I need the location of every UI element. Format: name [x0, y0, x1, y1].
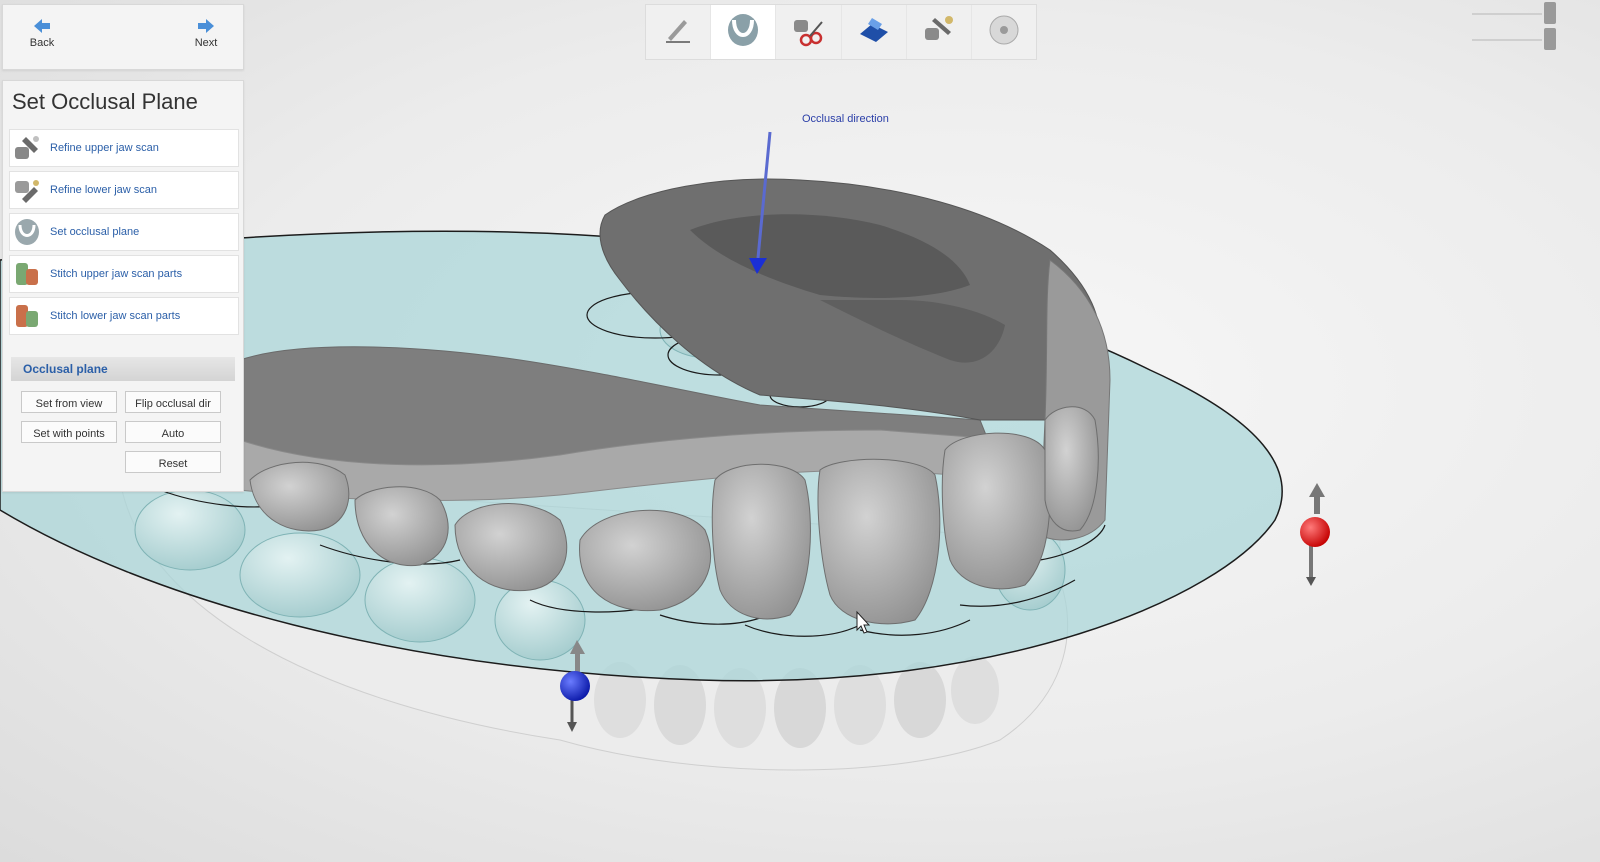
disc-icon [986, 12, 1022, 53]
refine-upper-jaw-icon [10, 131, 44, 165]
model-base-icon [856, 12, 892, 53]
tool-jaw-arch[interactable] [711, 5, 777, 59]
step-refine-lower-jaw[interactable]: Refine lower jaw scan [9, 171, 239, 209]
step-refine-upper-jaw[interactable]: Refine upper jaw scan [9, 129, 239, 167]
flip-occlusal-dir-button[interactable]: Flip occlusal dir [125, 391, 221, 413]
step-stitch-upper-jaw[interactable]: Stitch upper jaw scan parts [9, 255, 239, 293]
occlusal-plane-icon [10, 215, 44, 249]
set-with-points-button[interactable]: Set with points [21, 421, 117, 443]
reset-button[interactable]: Reset [125, 451, 221, 473]
auto-button[interactable]: Auto [125, 421, 221, 443]
jaw-arch-icon [725, 12, 761, 53]
page-title: Set Occlusal Plane [12, 89, 198, 114]
set-from-view-button[interactable]: Set from view [21, 391, 117, 413]
view-slider-widget[interactable] [1470, 2, 1570, 50]
tool-refine[interactable] [907, 5, 972, 59]
refine-tools-icon [921, 12, 957, 53]
occlusal-direction-label: Occlusal direction [802, 113, 889, 125]
tool-scissors[interactable] [776, 5, 842, 59]
occlusal-plane-section-header: Occlusal plane [11, 357, 235, 381]
next-label: Next [194, 37, 218, 49]
arrow-left-icon [7, 17, 77, 37]
tool-pencil[interactable] [646, 5, 712, 59]
scissors-icon [790, 12, 826, 53]
back-label: Back [29, 37, 55, 49]
stitch-upper-jaw-icon [10, 257, 44, 291]
next-button[interactable]: Next [171, 17, 241, 49]
tool-disc[interactable] [972, 5, 1036, 59]
back-button[interactable]: Back [7, 17, 77, 49]
workflow-toolbar [645, 4, 1037, 60]
step-stitch-lower-jaw[interactable]: Stitch lower jaw scan parts [9, 297, 239, 335]
refine-lower-jaw-icon [10, 173, 44, 207]
step-set-occlusal-plane[interactable]: Set occlusal plane [9, 213, 239, 251]
step-panel: Set Occlusal Plane Refine upper jaw scan… [2, 80, 244, 492]
red-rotation-handle[interactable] [1300, 483, 1330, 586]
tool-model-base[interactable] [842, 5, 907, 59]
arrow-right-icon [171, 17, 241, 37]
stitch-lower-jaw-icon [10, 299, 44, 333]
wizard-navigation: Back Next [2, 4, 244, 70]
pencil-icon [662, 14, 694, 51]
